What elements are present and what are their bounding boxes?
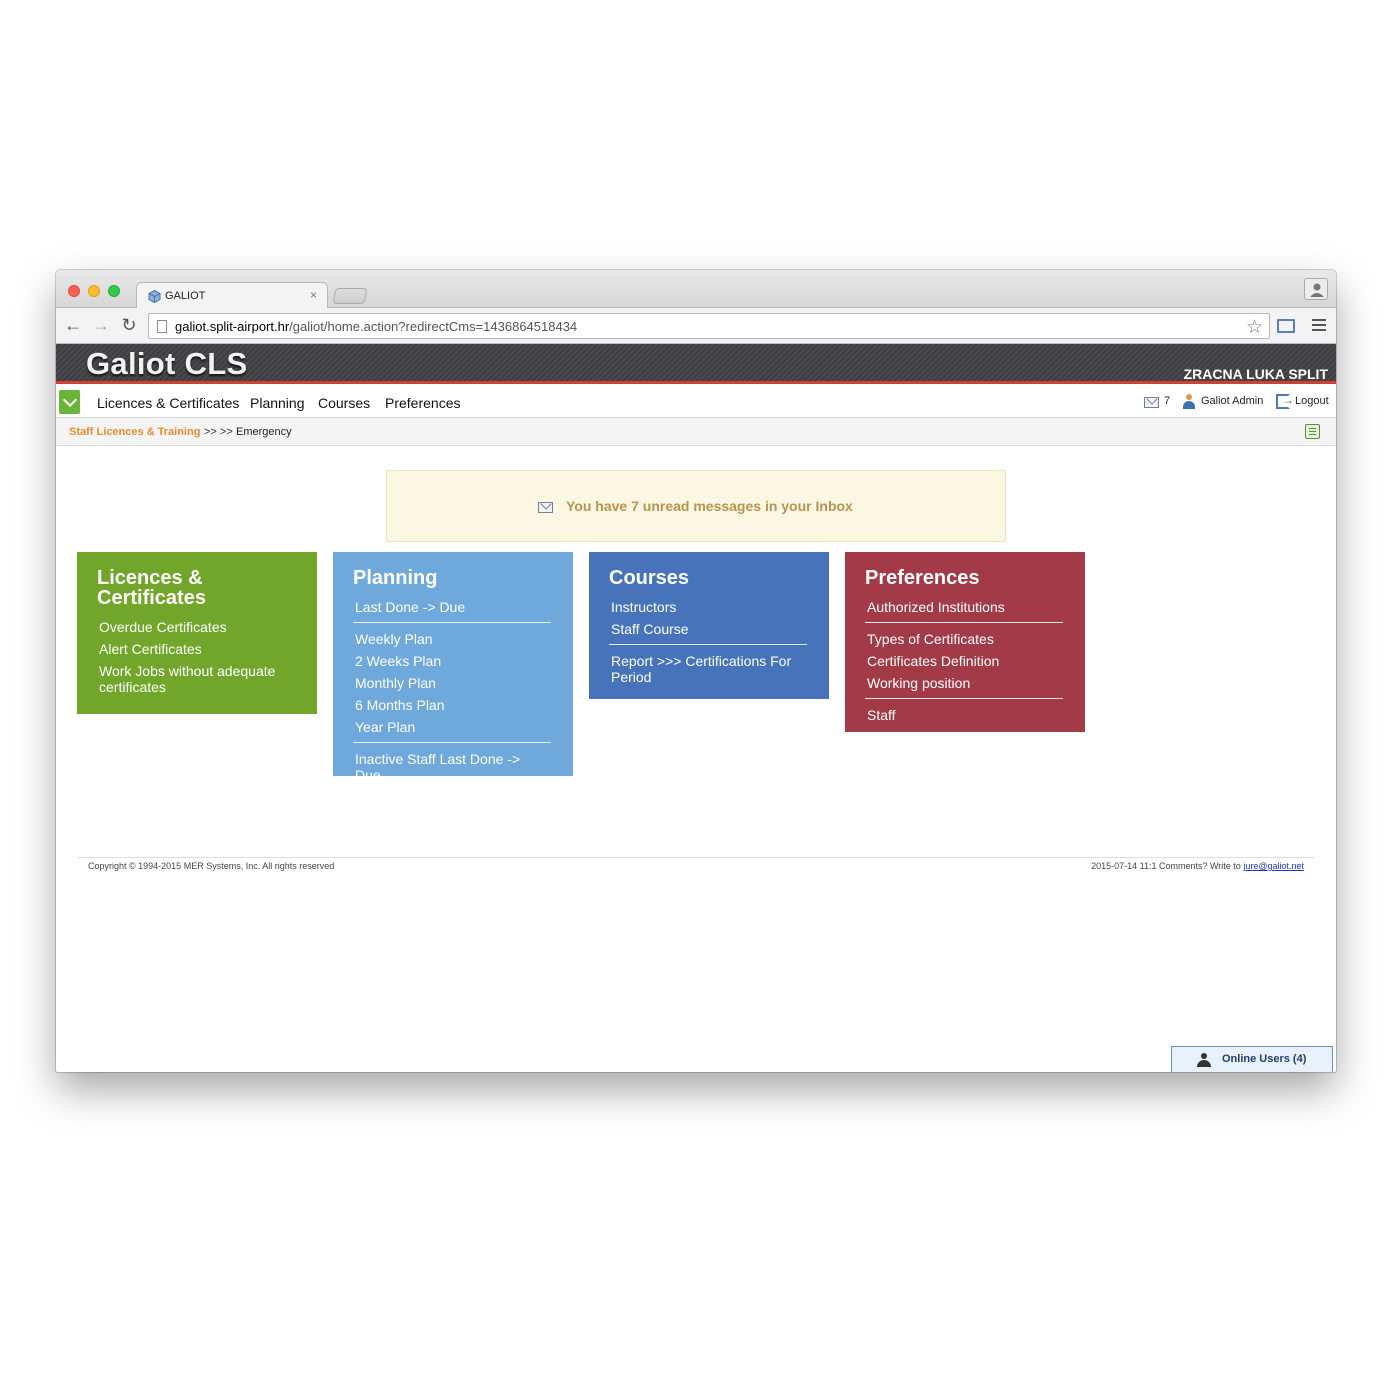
tile-preferences: Preferences Authorized Institutions Type… xyxy=(845,552,1085,732)
tile-divider xyxy=(353,622,551,623)
tile-link-overdue-certificates[interactable]: Overdue Certificates xyxy=(97,616,295,638)
tile-divider xyxy=(609,644,807,645)
hamburger-menu-icon[interactable] xyxy=(1312,319,1326,333)
messages-envelope-icon[interactable] xyxy=(1144,397,1159,408)
logout-link[interactable]: Logout xyxy=(1295,395,1329,407)
messages-count[interactable]: 7 xyxy=(1164,395,1170,407)
breadcrumb-separator: >> >> xyxy=(204,426,233,438)
tile-divider xyxy=(865,698,1063,699)
tile-planning: Planning Last Done -> Due Weekly Plan 2 … xyxy=(333,552,573,783)
browser-toolbar: ← → ↻ galiot.split-airport.hr/galiot/hom… xyxy=(56,308,1336,344)
online-users-label: Online Users (4) xyxy=(1222,1053,1307,1065)
profile-button[interactable] xyxy=(1304,278,1328,300)
tile-divider xyxy=(865,622,1063,623)
cast-icon[interactable] xyxy=(1277,319,1295,333)
tile-link-work-jobs[interactable]: Work Jobs without adequate certificates xyxy=(97,660,295,698)
reload-icon[interactable]: ↻ xyxy=(119,316,139,336)
tile-link-certificates-definition[interactable]: Certificates Definition xyxy=(865,650,1063,672)
cube-icon xyxy=(148,290,161,303)
tile-link-alert-certificates[interactable]: Alert Certificates xyxy=(97,638,295,660)
tile-link-staff[interactable]: Staff xyxy=(865,704,1063,726)
main-menu: Licences & Certificates Planning Courses… xyxy=(56,387,1336,418)
tile-link-types-of-certificates[interactable]: Types of Certificates xyxy=(865,628,1063,650)
zoom-window-button[interactable] xyxy=(108,285,120,297)
browser-window: GALIOT × ← → ↻ galiot.split-airport.hr/g… xyxy=(56,270,1336,1072)
tile-link-instructors[interactable]: Instructors xyxy=(609,596,807,618)
tile-divider xyxy=(353,742,551,743)
footer-divider xyxy=(78,857,1314,858)
tile-link-6-months-plan[interactable]: 6 Months Plan xyxy=(353,694,551,716)
tile-link-authorized-institutions[interactable]: Authorized Institutions xyxy=(865,596,1063,618)
tile-link-working-position[interactable]: Working position xyxy=(865,672,1063,694)
home-icon[interactable] xyxy=(59,390,80,414)
footer-copyright: Copyright © 1994-2015 MER Systems, Inc. … xyxy=(88,861,335,871)
tile-link-inactive-staff[interactable]: Inactive Staff Last Done -> Due xyxy=(353,748,551,786)
tile-link-staff-course[interactable]: Staff Course xyxy=(609,618,807,640)
forward-icon[interactable]: → xyxy=(91,316,111,336)
unread-messages-text[interactable]: You have 7 unread messages in your Inbox xyxy=(566,498,853,514)
menu-item-courses[interactable]: Courses xyxy=(318,395,370,411)
logout-icon[interactable] xyxy=(1276,393,1294,409)
menu-item-preferences[interactable]: Preferences xyxy=(385,395,460,411)
url-text: galiot.split-airport.hr/galiot/home.acti… xyxy=(175,319,578,334)
tile-link-year-plan[interactable]: Year Plan xyxy=(353,716,551,738)
online-users-button[interactable]: Online Users (4) xyxy=(1171,1046,1333,1072)
back-icon[interactable]: ← xyxy=(63,316,83,336)
tile-link-report-certifications[interactable]: Report >>> Certifications For Period xyxy=(609,650,807,688)
envelope-icon xyxy=(538,502,553,513)
tile-link-2-weeks-plan[interactable]: 2 Weeks Plan xyxy=(353,650,551,672)
user-name[interactable]: Galiot Admin xyxy=(1201,395,1263,407)
footer-email-link[interactable]: jure@galiot.net xyxy=(1243,861,1304,871)
tile-link-weekly-plan[interactable]: Weekly Plan xyxy=(353,628,551,650)
minimize-window-button[interactable] xyxy=(88,285,100,297)
menu-item-licences[interactable]: Licences & Certificates xyxy=(97,395,239,411)
unread-messages-notice: You have 7 unread messages in your Inbox xyxy=(386,470,1006,542)
tile-courses: Courses Instructors Staff Course Report … xyxy=(589,552,829,699)
user-icon xyxy=(1197,1053,1211,1067)
tile-title[interactable]: Courses xyxy=(609,568,807,588)
tile-title[interactable]: Preferences xyxy=(865,568,1063,588)
tab-title: GALIOT xyxy=(165,290,206,302)
page-icon xyxy=(157,320,167,333)
breadcrumb-current: Emergency xyxy=(236,426,292,438)
tile-title[interactable]: Licences & Certificates xyxy=(97,568,227,608)
tile-link-last-done-due[interactable]: Last Done -> Due xyxy=(353,596,551,618)
tile-title[interactable]: Planning xyxy=(353,568,551,588)
tile-link-monthly-plan[interactable]: Monthly Plan xyxy=(353,672,551,694)
bookmark-star-icon[interactable]: ☆ xyxy=(1246,316,1263,339)
address-bar[interactable]: galiot.split-airport.hr/galiot/home.acti… xyxy=(148,313,1270,339)
tile-licences: Licences & Certificates Overdue Certific… xyxy=(77,552,317,714)
footer-comments-text: 2015-07-14 11:1 Comments? Write to xyxy=(1091,861,1241,871)
app-header: Galiot CLS ZRACNA LUKA SPLIT xyxy=(56,344,1336,384)
breadcrumb-home-link[interactable]: Staff Licences & Training xyxy=(69,426,200,438)
organization-name: ZRACNA LUKA SPLIT xyxy=(1183,366,1328,382)
tab-close-icon[interactable]: × xyxy=(310,288,317,302)
tab-strip: GALIOT × xyxy=(56,270,1336,309)
close-window-button[interactable] xyxy=(68,285,80,297)
footer-info: 2015-07-14 11:1 Comments? Write to jure@… xyxy=(1091,861,1304,871)
export-icon[interactable] xyxy=(1305,424,1320,439)
person-icon xyxy=(1310,283,1324,297)
app-logo[interactable]: Galiot CLS xyxy=(86,346,247,382)
new-tab-button[interactable] xyxy=(332,288,368,304)
browser-tab[interactable]: GALIOT × xyxy=(136,282,328,309)
user-icon xyxy=(1183,394,1195,409)
breadcrumb: Staff Licences & Training >> >> Emergenc… xyxy=(56,418,1336,446)
menu-item-planning[interactable]: Planning xyxy=(250,395,305,411)
